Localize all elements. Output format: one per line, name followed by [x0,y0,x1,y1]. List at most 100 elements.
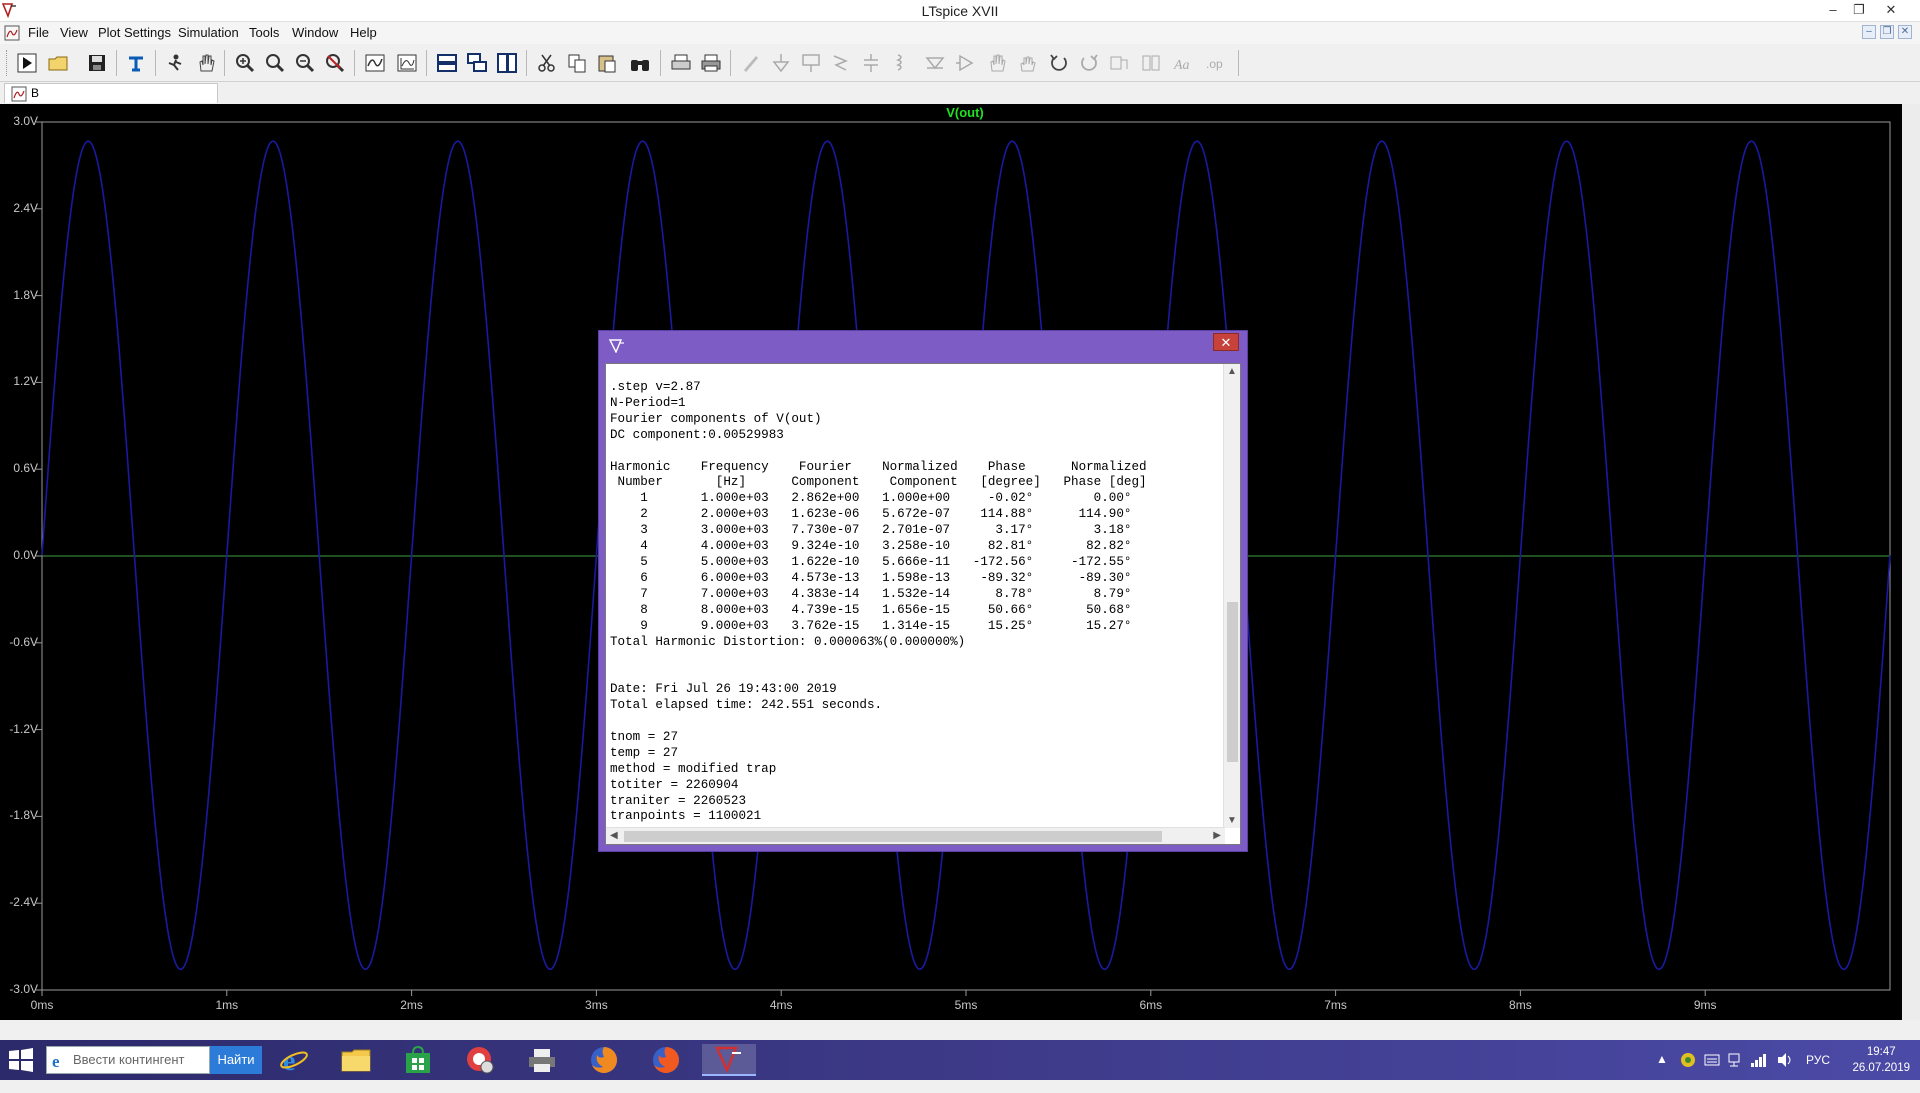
mdi-restore-button[interactable]: ❐ [1880,25,1894,39]
autorange-icon[interactable] [162,50,188,76]
svg-text:e: e [52,1052,60,1070]
spice-error-log-dialog[interactable]: ✕ .step v=2.87 N-Period=1 Fourier componen… [598,330,1248,852]
firefox-icon[interactable] [582,1044,626,1076]
zoom-in-icon[interactable] [232,50,258,76]
paste-icon[interactable] [594,50,620,76]
print-setup-icon[interactable] [698,50,724,76]
menu-help[interactable]: Help [350,25,377,40]
ltspice-taskbar-icon[interactable] [702,1044,756,1076]
search-button[interactable]: Найти [210,1046,262,1074]
redo-icon[interactable] [1076,50,1102,76]
taskbar-search-input[interactable]: e Ввести контингент [46,1046,210,1074]
scroll-up-icon[interactable]: ▲ [1227,366,1237,377]
store-icon[interactable] [396,1044,440,1076]
vertical-scroll-thumb[interactable] [1227,602,1238,762]
vertical-scrollbar[interactable]: ▲ ▼ [1223,364,1240,828]
horizontal-scroll-thumb[interactable] [624,831,1162,842]
log-line: .step v=2.87 [610,380,701,394]
toolbar-grip[interactable] [6,50,9,76]
tile-horizontal-icon[interactable] [434,50,460,76]
drag-hand-icon[interactable] [1014,50,1040,76]
log-line: Fourier components of V(out) [610,411,822,426]
restore-button[interactable]: ❐ [1846,0,1872,20]
tray-app-icon[interactable] [1680,1052,1696,1068]
x-tick-label: 9ms [1693,998,1717,1012]
log-line: Total elapsed time: 242.551 seconds. [610,698,883,713]
tray-expand-icon[interactable]: ▲ [1656,1052,1668,1092]
x-tick-label: 2ms [400,998,423,1012]
scroll-left-icon[interactable]: ◀ [610,830,618,841]
menu-view[interactable]: View [60,25,88,40]
x-tick-label: 1ms [215,998,239,1012]
text-icon[interactable]: Aa [1170,50,1196,76]
tray-network-adapter-icon[interactable] [1726,1052,1742,1068]
title-bar: LTspice XVII – ❐ ✕ [0,0,1920,22]
app-badge-icon[interactable] [458,1044,502,1076]
save-icon[interactable] [84,50,110,76]
document-icon[interactable] [4,25,20,41]
dialog-close-button[interactable]: ✕ [1213,333,1239,351]
tray-volume-icon[interactable] [1776,1052,1794,1068]
y-tick-label: 1.2V [13,374,38,389]
mdi-close-button[interactable]: ✕ [1898,25,1912,39]
cascade-icon[interactable] [464,50,490,76]
internet-explorer-icon[interactable]: e [272,1044,316,1076]
zoom-minus-icon[interactable] [292,50,318,76]
open-folder-icon[interactable] [45,50,71,76]
firefox-icon-2[interactable] [644,1044,688,1076]
menu-window[interactable]: Window [292,25,338,40]
menu-plot-settings[interactable]: Plot Settings [98,25,171,40]
clock-date: 26.07.2019 [1852,1062,1910,1074]
menu-simulation[interactable]: Simulation [178,25,239,40]
find-binoculars-icon[interactable] [627,50,653,76]
copy-icon[interactable] [564,50,590,76]
resistor-icon[interactable] [828,50,854,76]
log-line: Total Harmonic Distortion: 0.000063%(0.0… [610,634,966,649]
input-language[interactable]: РУС [1806,1053,1830,1093]
component-icon[interactable] [952,50,978,76]
log-line: temp = 27 [610,745,679,760]
halt-icon[interactable] [123,50,149,76]
close-button[interactable]: ✕ [1878,0,1904,20]
windows-start-icon[interactable] [8,1048,34,1072]
tab-waveform[interactable]: B [4,83,218,103]
taskbar-clock[interactable]: 19:47 26.07.2019 [1852,1044,1910,1076]
move-hand-icon[interactable] [984,50,1010,76]
mirror-icon[interactable] [1138,50,1164,76]
log-line: Number [Hz] Component Component [degree]… [610,475,1147,490]
printer-app-icon[interactable] [520,1044,564,1076]
trace-label[interactable]: V(out) [930,105,1000,120]
undo-icon[interactable] [1046,50,1072,76]
zoom-cancel-icon[interactable] [322,50,348,76]
print-icon[interactable] [668,50,694,76]
cut-icon[interactable] [534,50,560,76]
zoom-out-icon[interactable] [262,50,288,76]
plot-grid-icon[interactable] [362,50,388,76]
ie-search-icon: e [52,1052,60,1070]
scroll-right-icon[interactable]: ▶ [1213,830,1221,841]
tile-vertical-icon[interactable] [494,50,520,76]
pan-hand-icon[interactable] [193,50,219,76]
inductor-icon[interactable] [888,50,914,76]
log-text-area[interactable]: .step v=2.87 N-Period=1 Fourier components… [606,364,1224,828]
tray-signal-icon[interactable] [1750,1052,1768,1068]
dialog-title-bar[interactable]: ✕ [599,331,1247,361]
plot-settings-icon[interactable] [394,50,420,76]
scroll-down-icon[interactable]: ▼ [1227,815,1237,826]
capacitor-icon[interactable] [858,50,884,76]
rotate-icon[interactable] [1106,50,1132,76]
minimize-button[interactable]: – [1820,0,1846,20]
menu-tools[interactable]: Tools [249,25,279,40]
spice-directive-icon[interactable]: .op [1202,50,1228,76]
file-explorer-icon[interactable] [334,1044,378,1076]
run-icon[interactable] [14,50,40,76]
mdi-minimize-button[interactable]: – [1862,25,1876,39]
ground-icon[interactable] [768,50,794,76]
menu-file[interactable]: File [28,25,49,40]
wire-pencil-icon[interactable] [738,50,764,76]
horizontal-scrollbar[interactable]: ◀ ▶ [606,827,1225,844]
tray-keyboard-icon[interactable] [1704,1053,1720,1067]
net-label-icon[interactable] [798,50,824,76]
search-placeholder: Ввести контингент [73,1052,185,1067]
diode-icon[interactable] [922,50,948,76]
